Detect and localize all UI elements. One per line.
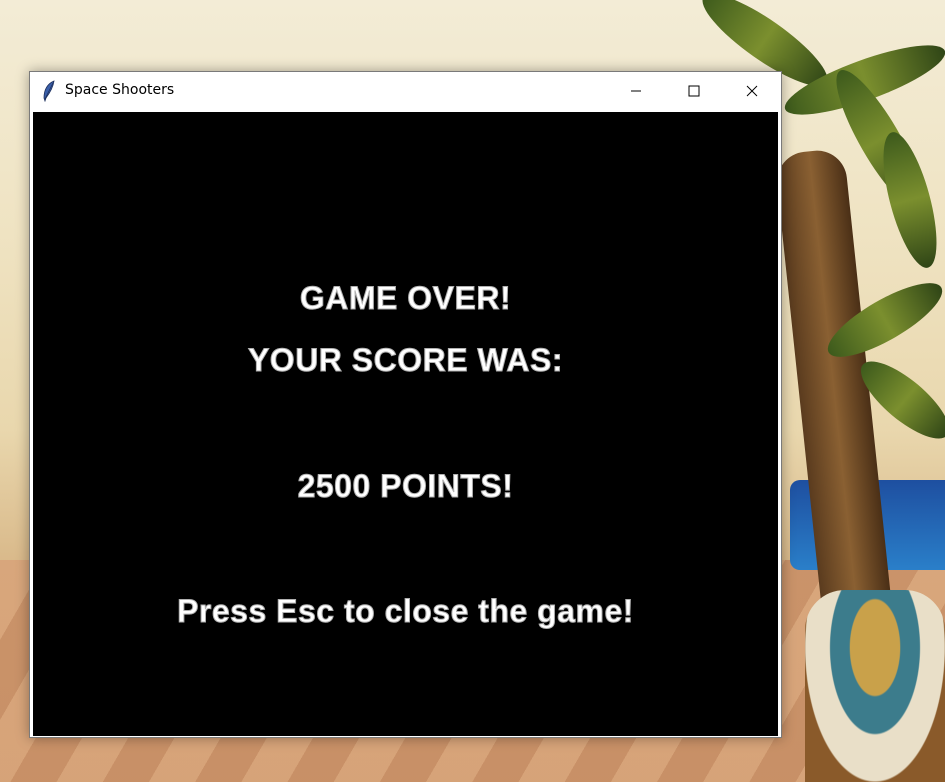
minimize-icon (630, 82, 642, 101)
score-label-text: YOUR SCORE WAS: (247, 342, 564, 379)
wallpaper-character (805, 590, 945, 782)
score-points-text: 2500 POINTS! (297, 468, 514, 505)
game-over-text: GAME OVER! (299, 280, 512, 317)
title-bar[interactable]: Space Shooters (30, 72, 781, 110)
feather-icon (41, 80, 57, 103)
maximize-button[interactable] (665, 72, 723, 110)
maximize-icon (688, 82, 700, 101)
close-icon (746, 82, 758, 101)
close-button[interactable] (723, 72, 781, 110)
app-window: Space Shooters GAME OVER! YOUR SCORE WAS… (29, 71, 782, 738)
close-instruction-text: Press Esc to close the game! (177, 593, 634, 630)
game-canvas[interactable]: GAME OVER! YOUR SCORE WAS: 2500 POINTS! … (33, 112, 778, 736)
minimize-button[interactable] (607, 72, 665, 110)
window-title: Space Shooters (65, 82, 175, 98)
